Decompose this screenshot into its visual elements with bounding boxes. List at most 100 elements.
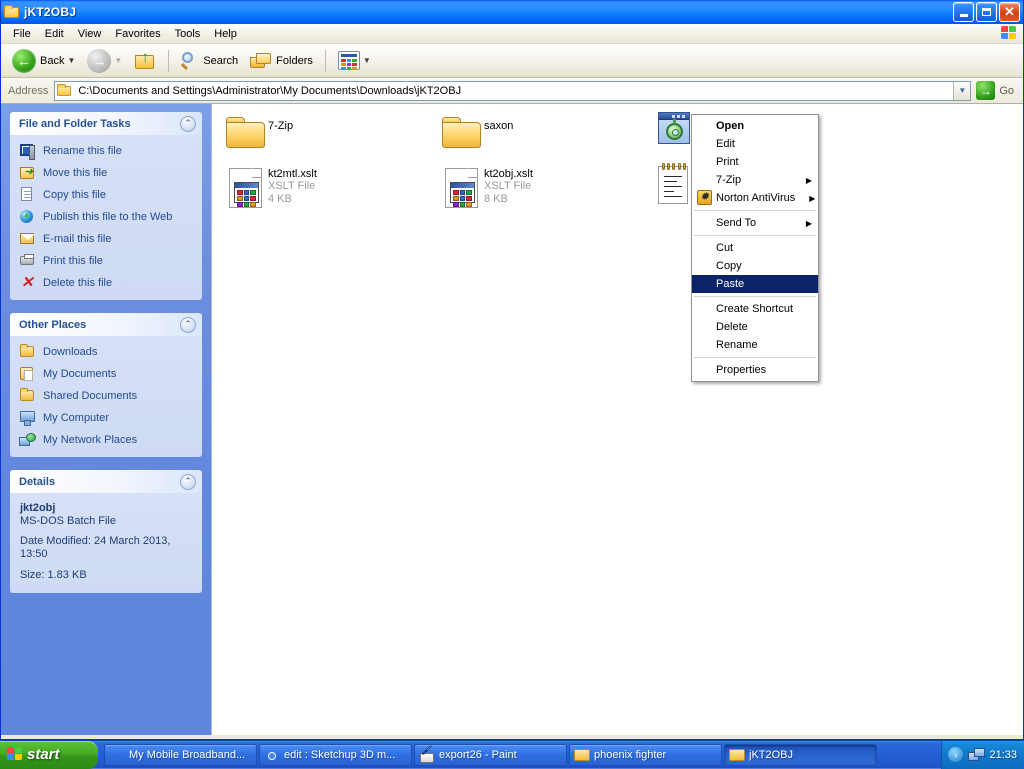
close-button[interactable]: ✕ [999,2,1020,22]
folder-icon [729,748,745,762]
item-icon-slot [696,240,714,256]
address-input[interactable]: C:\Documents and Settings\Administrator\… [54,81,971,101]
taskbar-button-my-mobile-broadband[interactable]: My Mobile Broadband... [104,744,257,766]
network-icon[interactable] [968,748,984,762]
item-icon-slot [696,301,714,317]
menu-edit[interactable]: Edit [38,26,71,42]
menu-view[interactable]: View [71,26,109,42]
panel-header[interactable]: Other Places ⌃ [10,313,202,336]
list-item[interactable]: saxon [440,112,610,156]
chevron-up-icon[interactable]: ⌃ [180,474,196,490]
folders-button[interactable]: Folders [245,47,318,75]
address-dropdown-icon[interactable]: ▼ [953,82,970,100]
back-button[interactable]: ← Back ▼ [7,47,80,75]
list-item[interactable]: 7-Zip [224,112,394,156]
taskbar-button-jkt2obj[interactable]: jKT2OBJ [724,744,877,766]
file-size: 4 KB [268,193,317,206]
sidebar-item-rename-this-file[interactable]: Rename this file [19,143,196,159]
context-menu-item-cut[interactable]: Cut [692,239,818,257]
sidebar-item-print-this-file[interactable]: Print this file [19,253,196,269]
explorer-window: jKT2OBJ ✕ File Edit View Favorites Tools… [0,0,1024,740]
context-menu-item-norton-antivirus[interactable]: Norton AntiVirus ▶ [692,189,818,207]
go-label: Go [999,85,1014,97]
context-menu-item-create-shortcut[interactable]: Create Shortcut [692,300,818,318]
folders-icon [250,52,272,70]
sidebar-item-publish-this-file-to-the-web[interactable]: Publish this file to the Web [19,209,196,225]
task-sidebar: File and Folder Tasks ⌃ Rename this file… [1,104,211,735]
sidebar-item-move-this-file[interactable]: Move this file [19,165,196,181]
context-menu-item-delete[interactable]: Delete [692,318,818,336]
sidebar-item-my-network-places[interactable]: My Network Places [19,432,196,448]
context-menu-item-send-to[interactable]: Send To ▶ [692,214,818,232]
minimize-button[interactable] [953,2,974,22]
back-arrow-icon: ← [12,49,36,73]
system-tray: ‹ 21:33 [941,741,1024,769]
address-bar: Address C:\Documents and Settings\Admini… [1,78,1023,104]
menu-file[interactable]: File [6,26,38,42]
chevron-down-icon[interactable]: ▼ [114,56,122,65]
chevron-up-icon[interactable]: ⌃ [180,116,196,132]
context-menu-label: Print [714,156,812,168]
start-button[interactable]: start [0,741,98,769]
delete-icon: ✕ [19,275,37,291]
details-date-modified: Date Modified: 24 March 2013, 13:50 [20,535,192,561]
item-icon-slot [696,362,714,378]
maximize-button[interactable] [976,2,997,22]
menu-favorites[interactable]: Favorites [108,26,167,42]
sidebar-item-my-documents[interactable]: My Documents [19,366,196,382]
sidebar-item-my-computer[interactable]: My Computer [19,410,196,426]
context-menu-label: Cut [714,242,812,254]
menu-help[interactable]: Help [207,26,244,42]
taskbar-button-phoenix-fighter[interactable]: phoenix fighter [569,744,722,766]
file-list-area[interactable]: 7-Zip saxon [211,104,1023,735]
taskbar-button-edit-sketchup[interactable]: edit : Sketchup 3D m... [259,744,412,766]
norton-icon [696,190,714,206]
folder-icon [19,344,37,360]
sidebar-item-e-mail-this-file[interactable]: E-mail this file [19,231,196,247]
panel-header[interactable]: Details ⌃ [10,470,202,493]
forward-arrow-icon: → [87,49,111,73]
context-menu-item-paste[interactable]: Paste [692,275,818,293]
chrome-icon [264,748,280,762]
list-item[interactable]: kt2obj.xslt XSLT File 8 KB [440,166,610,210]
forward-button[interactable]: → ▼ [82,47,127,75]
taskbar-button-export26-paint[interactable]: export26 - Paint [414,744,567,766]
menu-tools[interactable]: Tools [168,26,208,42]
sidebar-item-delete-this-file[interactable]: ✕ Delete this file [19,275,196,291]
go-button[interactable]: → Go [971,81,1020,100]
context-menu-item-open[interactable]: Open [692,117,818,135]
sidebar-item-copy-this-file[interactable]: Copy this file [19,187,196,203]
list-item[interactable]: kt2mtl.xslt XSLT File 4 KB [224,166,394,210]
panel-header[interactable]: File and Folder Tasks ⌃ [10,112,202,135]
context-menu-label: 7-Zip [714,174,792,186]
context-menu[interactable]: Open Edit Print 7-Zip ▶ Norton Ant [691,114,819,382]
context-menu-item-properties[interactable]: Properties [692,361,818,379]
up-button[interactable]: ↑ [129,47,161,75]
sidebar-item-downloads[interactable]: Downloads [19,344,196,360]
context-menu-item-print[interactable]: Print [692,153,818,171]
context-menu-label: Send To [714,217,792,229]
chevron-up-icon[interactable]: ⌃ [180,317,196,333]
context-menu-separator [694,210,816,211]
chevron-down-icon[interactable]: ▼ [363,56,371,65]
search-button[interactable]: Search [176,47,243,75]
sidebar-item-label: Copy this file [43,189,106,201]
file-size: 8 KB [484,193,533,206]
context-menu-item-edit[interactable]: Edit [692,135,818,153]
item-icon-slot [696,215,714,231]
context-menu-label: Delete [714,321,812,333]
folder-icon [440,112,484,156]
publish-web-icon [19,209,37,225]
context-menu-item-7-zip[interactable]: 7-Zip ▶ [692,171,818,189]
context-menu-separator [694,235,816,236]
context-menu-item-copy[interactable]: Copy [692,257,818,275]
taskbar-button-label: phoenix fighter [594,749,666,761]
clock[interactable]: 21:33 [989,749,1017,761]
sidebar-item-shared-documents[interactable]: Shared Documents [19,388,196,404]
views-button[interactable]: ▼ [333,47,376,75]
context-menu-item-rename[interactable]: Rename [692,336,818,354]
tray-expand-icon[interactable]: ‹ [948,747,963,762]
back-label: Back [40,55,64,67]
chevron-down-icon[interactable]: ▼ [67,56,75,65]
item-icon-slot [696,118,714,134]
